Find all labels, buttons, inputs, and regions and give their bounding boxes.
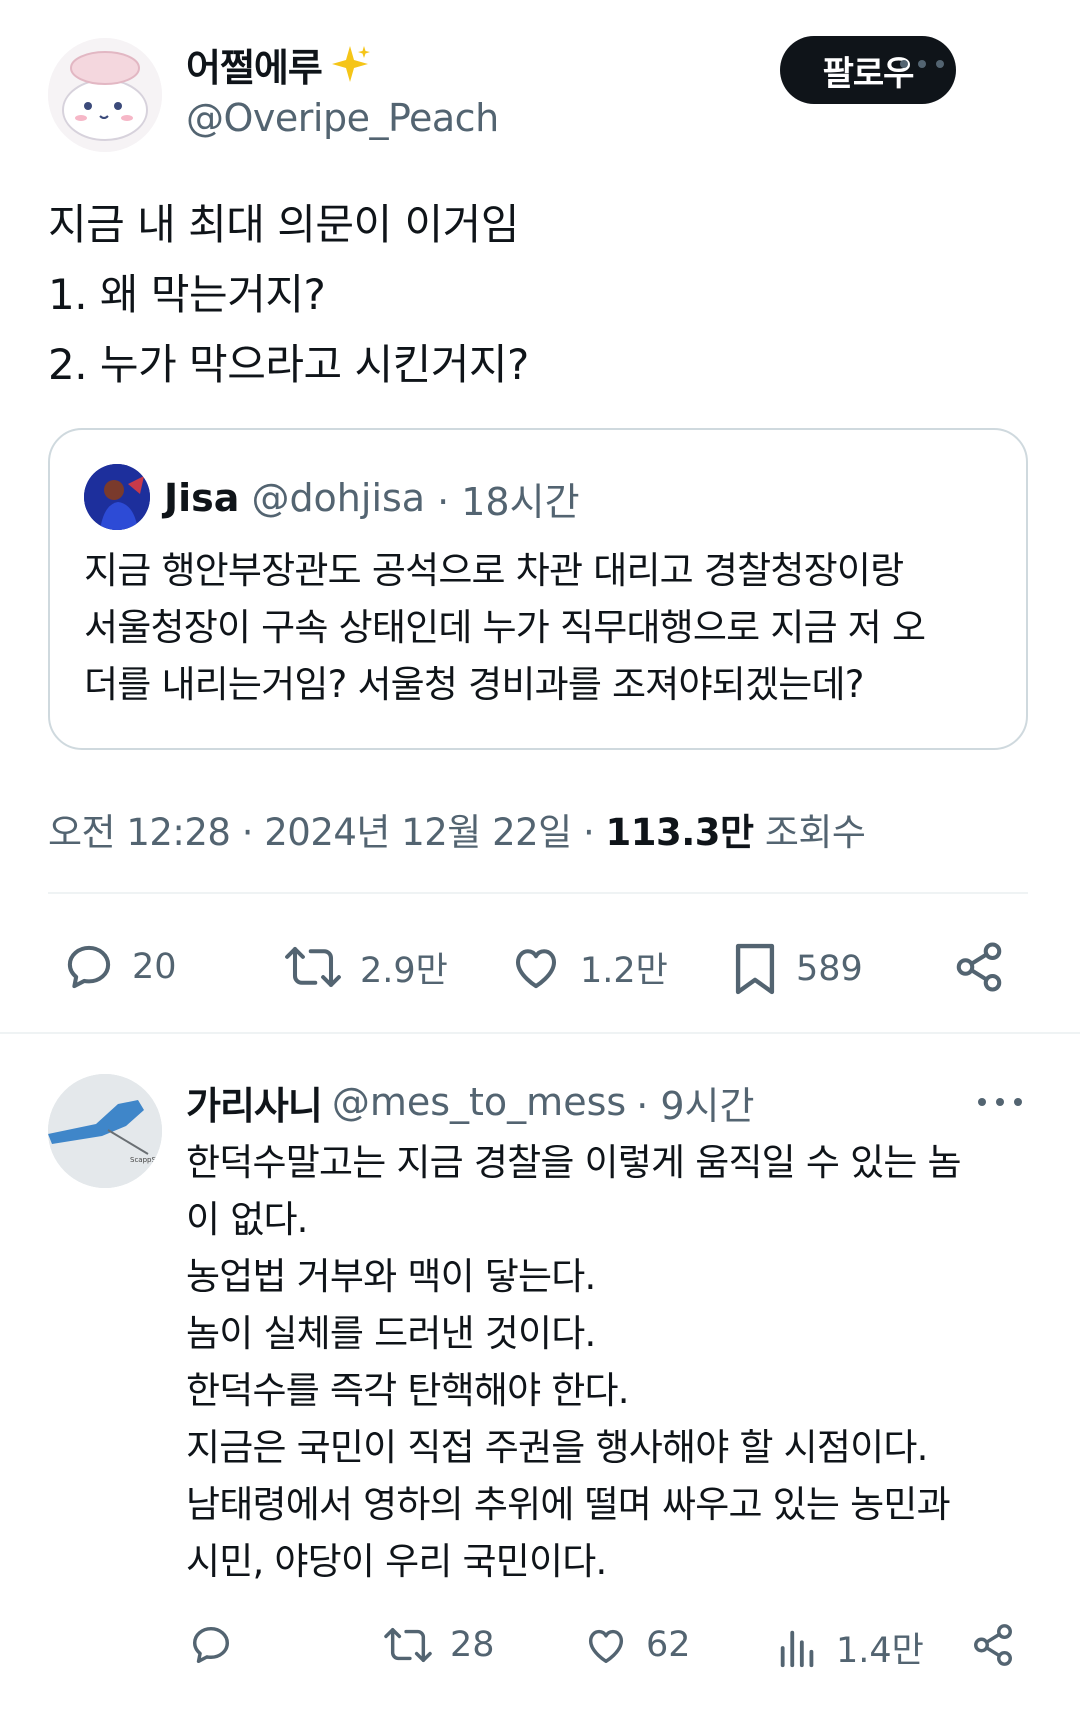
tweet-line: 지금 내 최대 의문이 이거임: [48, 200, 519, 249]
reply-text: 한덕수말고는 지금 경찰을 이렇게 움직일 수 있는 놈 이 없다. 농업법 거…: [186, 1134, 962, 1590]
like-button[interactable]: 1.2만: [508, 940, 668, 994]
reply-icon: [67, 945, 111, 989]
tweet-line: 2. 누가 막으라고 시킨거지?: [48, 340, 529, 389]
retweet-count: 2.9만: [360, 950, 448, 991]
svg-text:ScappS: ScappS: [130, 1156, 156, 1164]
reply-line: 지금은 국민이 직접 주권을 행사해야 할 시점이다.: [186, 1426, 928, 1469]
quoted-author-avatar: [84, 464, 150, 530]
quoted-author-handle: @dohjisa: [251, 476, 426, 520]
reply-share-button[interactable]: [970, 1622, 1016, 1668]
quoted-author-name: Jisa: [164, 476, 240, 520]
reply-header: 가리사니 @mes_to_mess · 9시간: [186, 1074, 754, 1130]
like-icon: [588, 1629, 624, 1664]
quoted-time: · 18시간: [437, 479, 580, 524]
quoted-line: 지금 행안부장관도 공석으로 차관 대리고 경찰청장이랑: [84, 549, 904, 592]
author-avatar[interactable]: [48, 38, 162, 152]
reply-author-handle[interactable]: @mes_to_mess: [332, 1080, 626, 1124]
views-count: 113.3만: [605, 811, 755, 854]
reply-line: 시민, 야당이 우리 국민이다.: [186, 1540, 607, 1583]
reply-button[interactable]: 20: [62, 940, 177, 994]
reply-views-button[interactable]: 1.4만: [776, 1622, 924, 1673]
quoted-line: 서울청장이 구속 상태인데 누가 직무대행으로 지금 저 오: [84, 606, 926, 649]
bookmark-count: 589: [796, 949, 863, 989]
reply-views-count: 1.4만: [836, 1631, 924, 1671]
reply-line: 농업법 거부와 맥이 닿는다.: [186, 1255, 596, 1298]
retweet-icon: [285, 946, 341, 988]
divider: [48, 892, 1028, 894]
views-label: 조회수: [753, 811, 866, 854]
quoted-text: 지금 행안부장관도 공석으로 차관 대리고 경찰청장이랑 서울청장이 구속 상태…: [84, 542, 926, 713]
author-handle[interactable]: @Overipe_Peach: [186, 96, 499, 140]
reply-like-button[interactable]: 62: [582, 1622, 691, 1668]
retweet-icon: [384, 1627, 432, 1663]
quoted-header: Jisa @dohjisa · 18시간: [164, 470, 580, 526]
more-icon[interactable]: [900, 54, 944, 74]
tweet-line: 1. 왜 막는거지?: [48, 270, 326, 319]
share-button[interactable]: [952, 940, 1006, 994]
author-name-row[interactable]: 어쩔에루: [186, 40, 372, 90]
share-icon: [956, 942, 1002, 992]
author-name[interactable]: 어쩔에루: [186, 37, 323, 92]
quoted-line: 더를 내리는거임? 서울청 경비과를 조져야되겠는데?: [84, 663, 864, 706]
section-separator: [0, 1032, 1080, 1034]
reply-reply-button[interactable]: [188, 1622, 234, 1668]
quoted-tweet-card[interactable]: Jisa @dohjisa · 18시간 지금 행안부장관도 공석으로 차관 대…: [48, 428, 1028, 750]
reply-retweet-button[interactable]: 28: [382, 1622, 495, 1668]
bookmark-icon: [735, 943, 775, 995]
reply-count: 20: [132, 947, 177, 987]
reply-author-avatar[interactable]: ScappS: [48, 1074, 162, 1188]
bookmark-button[interactable]: 589: [730, 940, 863, 998]
retweet-button[interactable]: 2.9만: [282, 940, 448, 994]
reply-line: 놈이 실체를 드러낸 것이다.: [186, 1312, 596, 1355]
more-icon[interactable]: [978, 1092, 1022, 1112]
like-count: 1.2만: [580, 950, 668, 991]
reply-like-count: 62: [646, 1625, 691, 1665]
reply-retweet-count: 28: [450, 1625, 495, 1665]
tweet-text: 지금 내 최대 의문이 이거임 1. 왜 막는거지? 2. 누가 막으라고 시킨…: [48, 190, 529, 400]
sparkle-emoji: [331, 46, 370, 82]
reply-author-name[interactable]: 가리사니: [186, 1075, 323, 1130]
like-icon: [515, 949, 557, 989]
reply-icon: [192, 1626, 230, 1664]
reply-line: 한덕수말고는 지금 경찰을 이렇게 움직일 수 있는 놈: [186, 1141, 962, 1184]
tweet-meta: 오전 12:28 · 2024년 12월 22일 · 113.3만 조회수: [48, 802, 866, 856]
reply-line: 한덕수를 즉각 탄핵해야 한다.: [186, 1369, 630, 1412]
reply-line: 남태령에서 영하의 추위에 떨며 싸우고 있는 농민과: [186, 1483, 951, 1526]
share-icon: [974, 1624, 1012, 1666]
reply-line: 이 없다.: [186, 1198, 308, 1241]
reply-time[interactable]: · 9시간: [636, 1075, 754, 1130]
tweet-timestamp[interactable]: 오전 12:28 · 2024년 12월 22일 ·: [48, 811, 606, 854]
views-icon: [780, 1630, 814, 1667]
